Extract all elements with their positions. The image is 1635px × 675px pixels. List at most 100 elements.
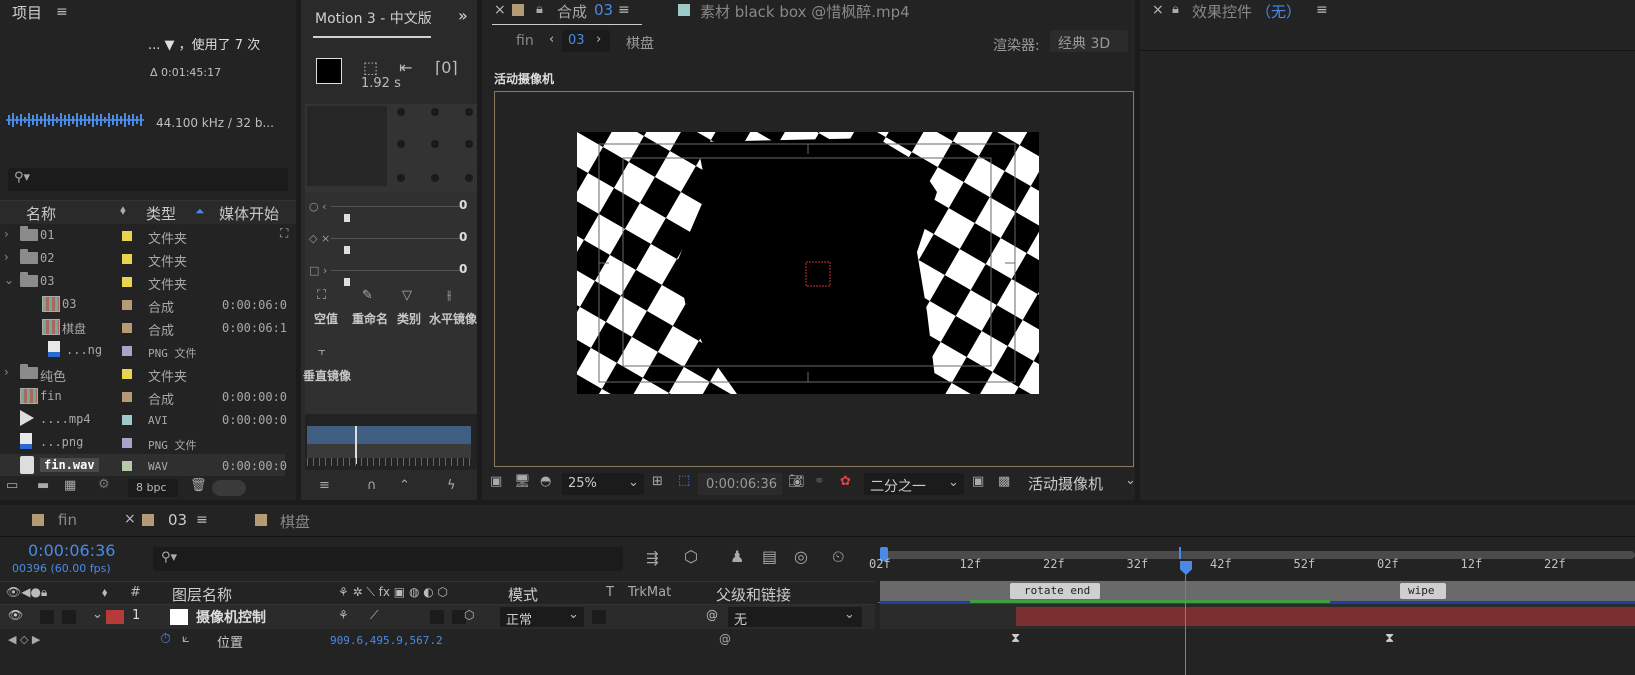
timeline-tab-03[interactable]: 03	[168, 511, 187, 529]
draft-3d-icon[interactable]: ⬡	[684, 547, 698, 566]
shy-layers-icon[interactable]: ♟	[730, 547, 744, 566]
trkmat-header[interactable]: TrkMat	[628, 585, 671, 600]
expand-layer-icon[interactable]: ⌄	[92, 607, 103, 622]
project-item[interactable]: › 01 文件夹	[0, 224, 285, 247]
chevron-left-icon[interactable]: ‹	[549, 32, 554, 47]
timeline-timecode[interactable]: 0:00:06:36	[28, 541, 115, 560]
layer-name-header[interactable]: 图层名称	[172, 584, 232, 605]
pick-whip-icon[interactable]: @	[706, 608, 718, 622]
caret-up-icon[interactable]: ⌃	[399, 478, 410, 493]
slider-value-3[interactable]: 0	[459, 262, 467, 276]
panel-menu-icon[interactable]: ≡	[56, 4, 68, 20]
label-color-swatch[interactable]	[122, 392, 132, 402]
expand-arrow-icon[interactable]: ›	[4, 250, 9, 264]
checker-toggle-icon[interactable]: ▩	[998, 474, 1010, 489]
effects-lock-icon[interactable]: 🔒︎	[1172, 2, 1179, 17]
shy-switch-icon[interactable]: ⚘	[338, 608, 349, 622]
project-search-input[interactable]: ⚲▾	[8, 168, 288, 191]
slider-handle-1[interactable]	[344, 214, 350, 222]
layer-in-out-bar[interactable]	[1016, 607, 1635, 626]
comp-panel-menu-icon[interactable]: ≡	[618, 2, 630, 18]
mirror-vertical-icon[interactable]: ⫟	[318, 344, 326, 359]
timeline-tab-fin[interactable]: fin	[58, 511, 77, 529]
breadcrumb-next[interactable]: 棋盘	[626, 33, 654, 53]
category-button[interactable]: 类别	[397, 310, 421, 327]
layer-label-color[interactable]	[106, 610, 124, 624]
project-item[interactable]: ⌄ 03 文件夹	[0, 270, 285, 293]
graph-icon[interactable]: ⟀	[182, 631, 190, 646]
ease-icon[interactable]: ∩	[367, 478, 377, 493]
property-row[interactable]: ◀ ◇ ▶ ⏱ ⟀ 位置 909.6,495.9,567.2 @	[0, 629, 875, 653]
keyframe-2-icon[interactable]: ⧗	[1385, 631, 1394, 646]
project-item[interactable]: 棋盘 合成 0:00:06:1	[0, 316, 287, 339]
anchor-point-grid[interactable]	[393, 104, 477, 192]
zoom-dropdown[interactable]: 25% ⌄	[562, 473, 644, 495]
view-chevron-icon[interactable]: ⌄	[1125, 473, 1136, 488]
snapshot-icon[interactable]: 📷︎	[788, 474, 805, 489]
stopwatch-icon[interactable]: ⏱	[160, 631, 171, 647]
av-features-icon[interactable]: 👁︎◀︎●🔒︎	[6, 585, 47, 600]
trash-icon[interactable]: 🗑	[190, 478, 207, 493]
breadcrumb-fin[interactable]: fin	[516, 33, 534, 49]
new-composition-icon[interactable]: ▦	[64, 478, 76, 493]
label-color-swatch[interactable]	[122, 438, 132, 448]
visibility-eye-icon[interactable]: 👁︎	[8, 608, 23, 622]
expand-arrow-icon[interactable]: ›	[4, 227, 9, 241]
footage-tab[interactable]: 素材 black box @惜枫醉.mp4	[700, 1, 910, 22]
select-icon[interactable]: ⬚	[363, 58, 378, 77]
circle-icon[interactable]: ○ ‹	[309, 200, 327, 213]
project-item[interactable]: ...ng PNG 文件	[0, 339, 285, 362]
column-type[interactable]: 类型	[146, 203, 176, 224]
project-item[interactable]: fin.wav WAV 0:00:00:0	[0, 454, 287, 477]
3d-layer-icon[interactable]: ⬡	[464, 608, 474, 622]
timeline-tab-checker[interactable]: 棋盘	[280, 511, 310, 532]
project-item[interactable]: fin 合成 0:00:00:0	[0, 385, 287, 408]
menu-icon[interactable]: ≡	[319, 478, 330, 493]
close-timeline-tab-icon[interactable]: ×	[124, 511, 136, 527]
expand-arrow-icon[interactable]: ⌄	[4, 273, 14, 287]
close-effects-icon[interactable]: ×	[1152, 2, 1164, 18]
comp-tab-label[interactable]: 合成	[557, 1, 587, 22]
position-value[interactable]: 909.6,495.9,567.2	[330, 634, 443, 647]
rename-button[interactable]: 重命名	[352, 310, 388, 327]
layer-number-header[interactable]: #	[130, 585, 141, 600]
parent-link-header[interactable]: 父级和链接	[716, 584, 791, 605]
mirror-horizontal-button[interactable]: 水平镜像	[429, 310, 477, 327]
slider-track-3[interactable]	[331, 270, 467, 271]
label-color-swatch[interactable]	[122, 346, 132, 356]
column-media-start[interactable]: 媒体开始	[219, 203, 279, 224]
rename-icon[interactable]: ✎	[362, 288, 373, 303]
project-item[interactable]: ....mp4 AVI 0:00:00:0	[0, 408, 287, 431]
label-color-swatch[interactable]	[122, 254, 132, 264]
bit-depth-button[interactable]: 8 bpc	[128, 479, 178, 497]
channels-icon[interactable]: ✿	[840, 474, 851, 489]
fast-preview-icon[interactable]: ▣	[972, 474, 984, 489]
project-item[interactable]: › 纯色 文件夹	[0, 362, 285, 385]
playhead[interactable]	[1178, 561, 1194, 675]
bracket-zero-icon[interactable]: ⌈0⌉	[435, 58, 458, 77]
square-icon[interactable]: □ ›	[309, 264, 327, 277]
new-folder-icon[interactable]: ▬	[37, 478, 49, 493]
easing-curve-preview[interactable]	[307, 106, 387, 186]
current-time-field[interactable]: 0:00:06:36	[698, 473, 782, 495]
layer-name[interactable]: 摄像机控制	[196, 607, 266, 627]
effects-title[interactable]: 效果控件	[1192, 1, 1252, 22]
slider-track-1[interactable]	[331, 206, 467, 207]
label-column-icon[interactable]: ⬧	[102, 585, 107, 600]
move-left-icon[interactable]: ⇤	[399, 58, 412, 77]
label-color-swatch[interactable]	[122, 277, 132, 287]
always-preview-icon[interactable]: ▣	[490, 474, 502, 489]
slider-handle-2[interactable]	[344, 246, 350, 254]
label-color-swatch[interactable]	[122, 415, 132, 425]
renderer-dropdown[interactable]: 经典 3D	[1050, 30, 1128, 52]
usage-info[interactable]: ... ▼ ，使用了 7 次	[148, 34, 260, 53]
graph-editor-icon[interactable]: ⏲	[832, 547, 844, 567]
resolution-dropdown[interactable]: 二分之一 ⌄	[864, 473, 964, 495]
parent-dropdown[interactable]: 无 ⌄	[728, 607, 862, 628]
null-button[interactable]: 空值	[314, 310, 338, 327]
view-dropdown[interactable]: 活动摄像机	[1028, 473, 1103, 494]
label-color-swatch[interactable]	[122, 323, 132, 333]
layer-duration-bar[interactable]: rotate end wipe	[880, 581, 1635, 601]
adjustment-switch[interactable]	[430, 610, 444, 624]
quality-switch-icon[interactable]: ⟋	[370, 608, 378, 623]
